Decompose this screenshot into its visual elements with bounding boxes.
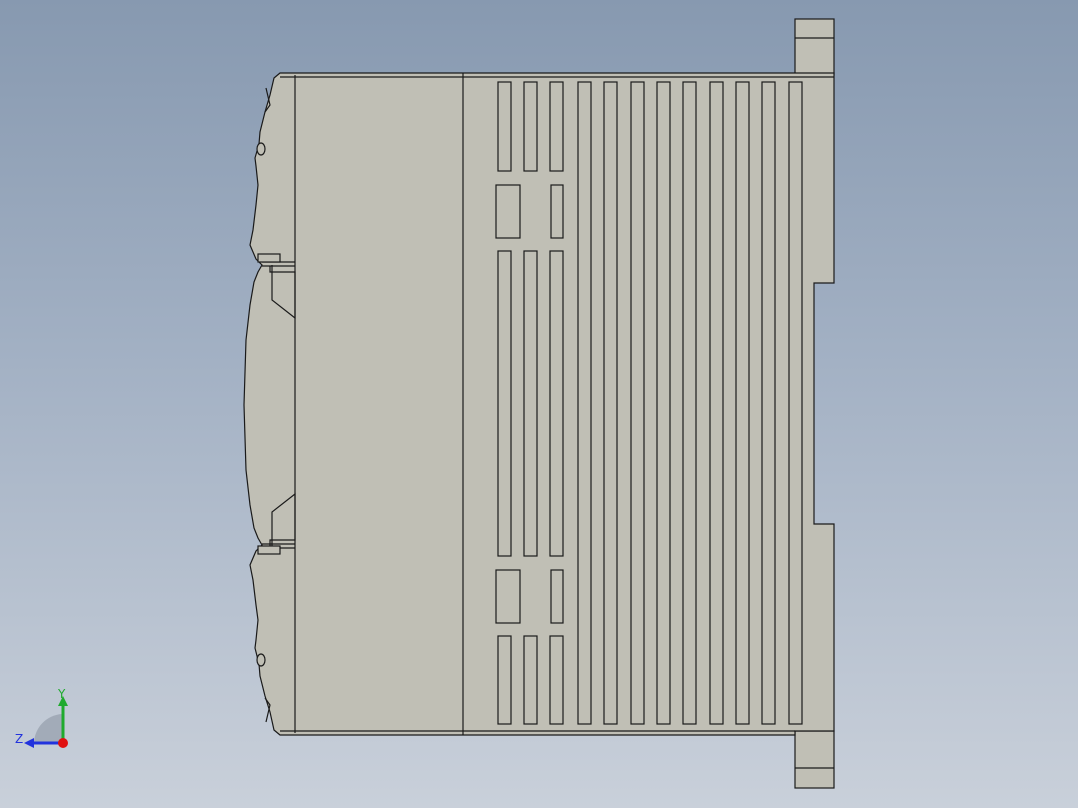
vent-slot: [497, 81, 512, 172]
vent-slot-short: [550, 569, 564, 624]
top-mounting-tab: [794, 18, 835, 76]
vent-window: [495, 184, 521, 239]
vent-slot: [549, 250, 564, 557]
bump-top: [256, 142, 266, 156]
latch-top: [257, 253, 281, 263]
vent-slot-long: [577, 81, 592, 725]
vent-slot-short: [550, 184, 564, 239]
bump-bottom: [256, 653, 266, 667]
triad-arc: [34, 714, 62, 742]
vent-slot: [523, 635, 538, 725]
vent-slot: [497, 635, 512, 725]
vent-slot: [549, 635, 564, 725]
vent-slot-long: [682, 81, 697, 725]
vent-slot-long: [761, 81, 776, 725]
part-side-view[interactable]: [0, 0, 1078, 808]
axis-triad: Y Z: [15, 687, 68, 748]
bottom-mounting-tab: [794, 730, 835, 789]
vent-slot-long: [788, 81, 803, 725]
vent-window: [495, 569, 521, 624]
z-axis-arrow: [24, 738, 34, 748]
latch-bottom: [257, 545, 281, 555]
y-axis-label: Y: [57, 687, 66, 701]
z-axis-label: Z: [15, 732, 23, 746]
vent-slot: [549, 81, 564, 172]
vent-slot-long: [630, 81, 645, 725]
cad-viewport[interactable]: Y Z: [0, 0, 1078, 808]
vent-slot: [497, 250, 512, 557]
vent-slot-long: [603, 81, 618, 725]
vent-slot-long: [656, 81, 671, 725]
origin-point: [58, 738, 68, 748]
vent-slot-long: [709, 81, 724, 725]
vent-slot: [523, 250, 538, 557]
vent-slot: [523, 81, 538, 172]
vent-slot-long: [735, 81, 750, 725]
